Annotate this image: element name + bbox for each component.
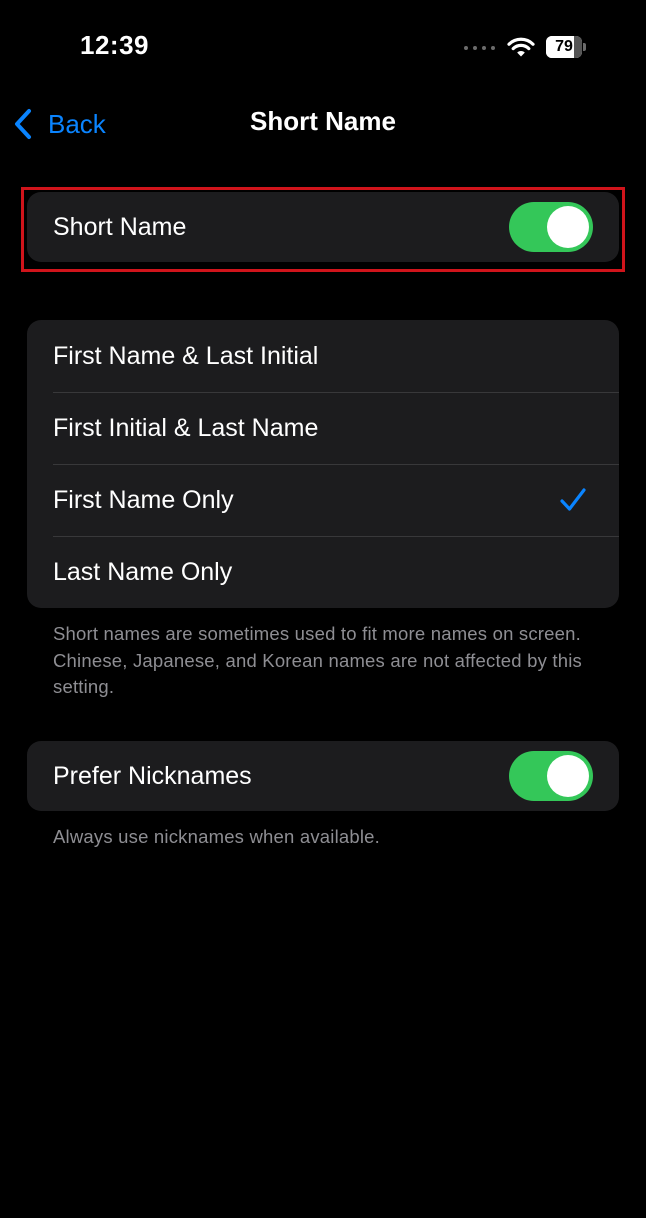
- highlight-annotation: [21, 187, 625, 272]
- battery-percent: 79: [555, 38, 573, 55]
- prefer-nicknames-toggle[interactable]: [509, 751, 593, 801]
- option-label: Last Name Only: [53, 557, 233, 586]
- option-first-initial-last-name[interactable]: First Initial & Last Name: [27, 392, 619, 464]
- signal-dots-icon: [464, 44, 496, 52]
- status-bar: 12:39 79: [0, 0, 646, 96]
- battery-icon: 79: [546, 36, 586, 58]
- checkmark-icon: [560, 488, 586, 511]
- option-label: First Name Only: [53, 485, 234, 514]
- option-label: First Name & Last Initial: [53, 341, 319, 370]
- option-label: First Initial & Last Name: [53, 413, 319, 442]
- prefer-nicknames-label: Prefer Nicknames: [53, 761, 252, 790]
- prefer-nicknames-row: Prefer Nicknames: [27, 741, 619, 811]
- status-time: 12:39: [80, 30, 149, 60]
- wifi-icon: [507, 37, 535, 57]
- toggle-knob: [547, 755, 589, 797]
- page-title: Short Name: [250, 106, 396, 136]
- option-first-name-last-initial[interactable]: First Name & Last Initial: [27, 320, 619, 392]
- name-format-options: First Name & Last Initial First Initial …: [27, 320, 619, 608]
- option-last-name-only[interactable]: Last Name Only: [27, 536, 619, 608]
- nicknames-footnote: Always use nicknames when available.: [53, 826, 381, 847]
- nicknames-group: Prefer Nicknames: [27, 741, 619, 811]
- short-name-footnote: Short names are sometimes used to fit mo…: [53, 623, 582, 697]
- option-first-name-only[interactable]: First Name Only: [27, 464, 619, 536]
